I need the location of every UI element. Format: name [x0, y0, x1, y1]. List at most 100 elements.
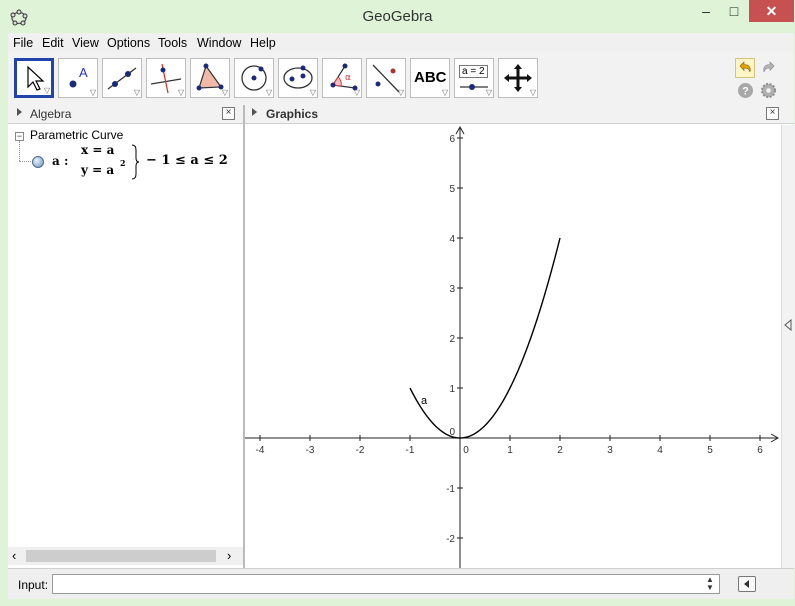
- curve-equation-x: x = a: [81, 143, 115, 157]
- y-tick-label: -2: [446, 534, 455, 545]
- line-tool-button[interactable]: ▽: [102, 58, 142, 98]
- dropdown-triangle-icon: ▽: [397, 88, 404, 97]
- gear-icon[interactable]: [760, 82, 777, 99]
- algebra-group-label: Parametric Curve: [30, 128, 124, 142]
- menu-bar: File Edit View Options Tools Window Help: [8, 33, 794, 53]
- angle-tool-letter: α: [345, 73, 351, 83]
- y-tick-label: 3: [449, 284, 455, 295]
- algebra-panel-header: Algebra ×: [8, 105, 243, 124]
- menu-tools[interactable]: Tools: [158, 36, 187, 50]
- tree-line: [19, 161, 31, 162]
- algebra-horizontal-scrollbar[interactable]: ‹ ›: [8, 547, 243, 565]
- graphics-view[interactable]: -4 -3 -2 -1 0 1 2 3 4 5 6 -2 -1 1 2 3 4 5 6 0 a: [245, 125, 781, 568]
- x-tick-label: 3: [607, 445, 613, 456]
- client-area: File Edit View Options Tools Window Help…: [8, 33, 795, 599]
- x-tick-label: 6: [757, 445, 763, 456]
- move-tool-button[interactable]: ▽: [14, 58, 54, 98]
- virtual-keyboard-button[interactable]: [738, 576, 756, 592]
- text-tool-button[interactable]: ABC ▽: [410, 58, 450, 98]
- x-tick-label: 0: [463, 445, 469, 456]
- x-tick-label: 4: [657, 445, 663, 456]
- y-tick-label: 4: [449, 234, 455, 245]
- scroll-right-icon[interactable]: ›: [227, 548, 231, 563]
- keyboard-icon: [744, 580, 749, 588]
- dropdown-triangle-icon: ▽: [177, 88, 184, 97]
- tree-collapse-toggle[interactable]: −: [15, 132, 24, 141]
- algebra-close-button[interactable]: ×: [222, 107, 235, 120]
- angle-tool-button[interactable]: α ▽: [322, 58, 362, 98]
- ellipse-tool-button[interactable]: ▽: [278, 58, 318, 98]
- title-bar[interactable]: GeoGebra – □ ✕: [0, 0, 795, 33]
- menu-edit[interactable]: Edit: [42, 36, 64, 50]
- close-button[interactable]: ✕: [749, 0, 794, 22]
- dropdown-triangle-icon: ▽: [89, 88, 96, 97]
- x-tick-label: 1: [507, 445, 513, 456]
- point-tool-button[interactable]: A ▽: [58, 58, 98, 98]
- scroll-left-icon[interactable]: ‹: [12, 548, 16, 563]
- dropdown-triangle-icon: ▽: [133, 88, 140, 97]
- x-tick-label: 5: [707, 445, 713, 456]
- dropdown-triangle-icon: ▽: [485, 88, 492, 97]
- menu-options[interactable]: Options: [107, 36, 150, 50]
- curve-exponent: 2: [120, 158, 126, 168]
- graphics-close-button[interactable]: ×: [766, 107, 779, 120]
- slider-tool-button[interactable]: a = 2 ▽: [454, 58, 494, 98]
- curve-a: [409, 237, 561, 439]
- input-bar: Input: ▲ ▼: [8, 568, 794, 599]
- y-tick-label: -1: [446, 484, 455, 495]
- expand-arrow-icon[interactable]: [17, 108, 22, 116]
- y-tick-label: 1: [449, 384, 455, 395]
- input-field[interactable]: [52, 574, 720, 594]
- y-tick-label: 6: [449, 134, 455, 145]
- perpendicular-line-tool-button[interactable]: ▽: [146, 58, 186, 98]
- collapse-arrow-icon[interactable]: [784, 319, 792, 331]
- minimize-button[interactable]: –: [692, 0, 720, 22]
- algebra-panel-title: Algebra: [30, 107, 72, 121]
- menu-window[interactable]: Window: [197, 36, 241, 50]
- redo-icon[interactable]: [759, 58, 779, 78]
- graphics-canvas[interactable]: -4 -3 -2 -1 0 1 2 3 4 5 6-2-11234560a: [245, 125, 781, 568]
- scrollbar-thumb[interactable]: [26, 550, 216, 562]
- window-title: GeoGebra: [362, 8, 433, 25]
- x-tick-label: -1: [406, 445, 415, 456]
- help-icon[interactable]: ?: [737, 82, 754, 99]
- move-graphics-tool-button[interactable]: ▽: [498, 58, 538, 98]
- menu-help[interactable]: Help: [250, 36, 276, 50]
- expand-arrow-icon[interactable]: [252, 108, 257, 116]
- text-tool-label: ABC: [414, 69, 447, 86]
- point-tool-letter: A: [79, 65, 88, 80]
- curve-name: a :: [52, 154, 69, 168]
- dropdown-triangle-icon: ▽: [353, 88, 360, 97]
- input-label: Input:: [18, 578, 49, 592]
- menu-view[interactable]: View: [72, 36, 99, 50]
- dropdown-triangle-icon: ▽: [43, 86, 50, 95]
- x-tick-label: 2: [557, 445, 563, 456]
- graphics-panel-title: Graphics: [266, 107, 319, 121]
- app-window: GeoGebra – □ ✕ File Edit View Options To…: [0, 0, 795, 606]
- reflect-tool-button[interactable]: ▽: [366, 58, 406, 98]
- algebra-view: − Parametric Curve a : x = a y = a 2 − 1…: [8, 125, 243, 547]
- right-brace-icon: [131, 144, 140, 180]
- undo-icon[interactable]: [735, 58, 755, 78]
- x-tick-label: -4: [256, 445, 265, 456]
- visibility-toggle-icon[interactable]: [32, 156, 44, 168]
- menu-file[interactable]: File: [13, 36, 33, 50]
- dropdown-triangle-icon: ▽: [529, 88, 536, 97]
- toolbar: ▽ A ▽ ▽ ▽ ▽ ▽ ▽ α ▽ ▽ ABC ▽ a = 2 ▽ ▽ ?: [8, 53, 794, 106]
- dropdown-triangle-icon: ▽: [221, 88, 228, 97]
- maximize-button[interactable]: □: [720, 0, 748, 22]
- circle-tool-button[interactable]: ▽: [234, 58, 274, 98]
- x-tick-label: -2: [356, 445, 365, 456]
- y-tick-label: 2: [449, 334, 455, 345]
- polygon-tool-button[interactable]: ▽: [190, 58, 230, 98]
- curve-label: a: [421, 395, 428, 407]
- graphics-sidebar-toggle[interactable]: [781, 125, 795, 568]
- dropdown-triangle-icon: ▽: [441, 88, 448, 97]
- y-tick-label: 5: [449, 184, 455, 195]
- curve-constraint: − 1 ≤ a ≤ 2: [146, 153, 228, 168]
- x-tick-label: -3: [306, 445, 315, 456]
- input-history-stepper-icon[interactable]: ▲ ▼: [706, 576, 714, 592]
- dropdown-triangle-icon: ▽: [309, 88, 316, 97]
- curve-equation-y: y = a: [81, 163, 115, 177]
- graphics-panel-header: Graphics ×: [245, 105, 794, 124]
